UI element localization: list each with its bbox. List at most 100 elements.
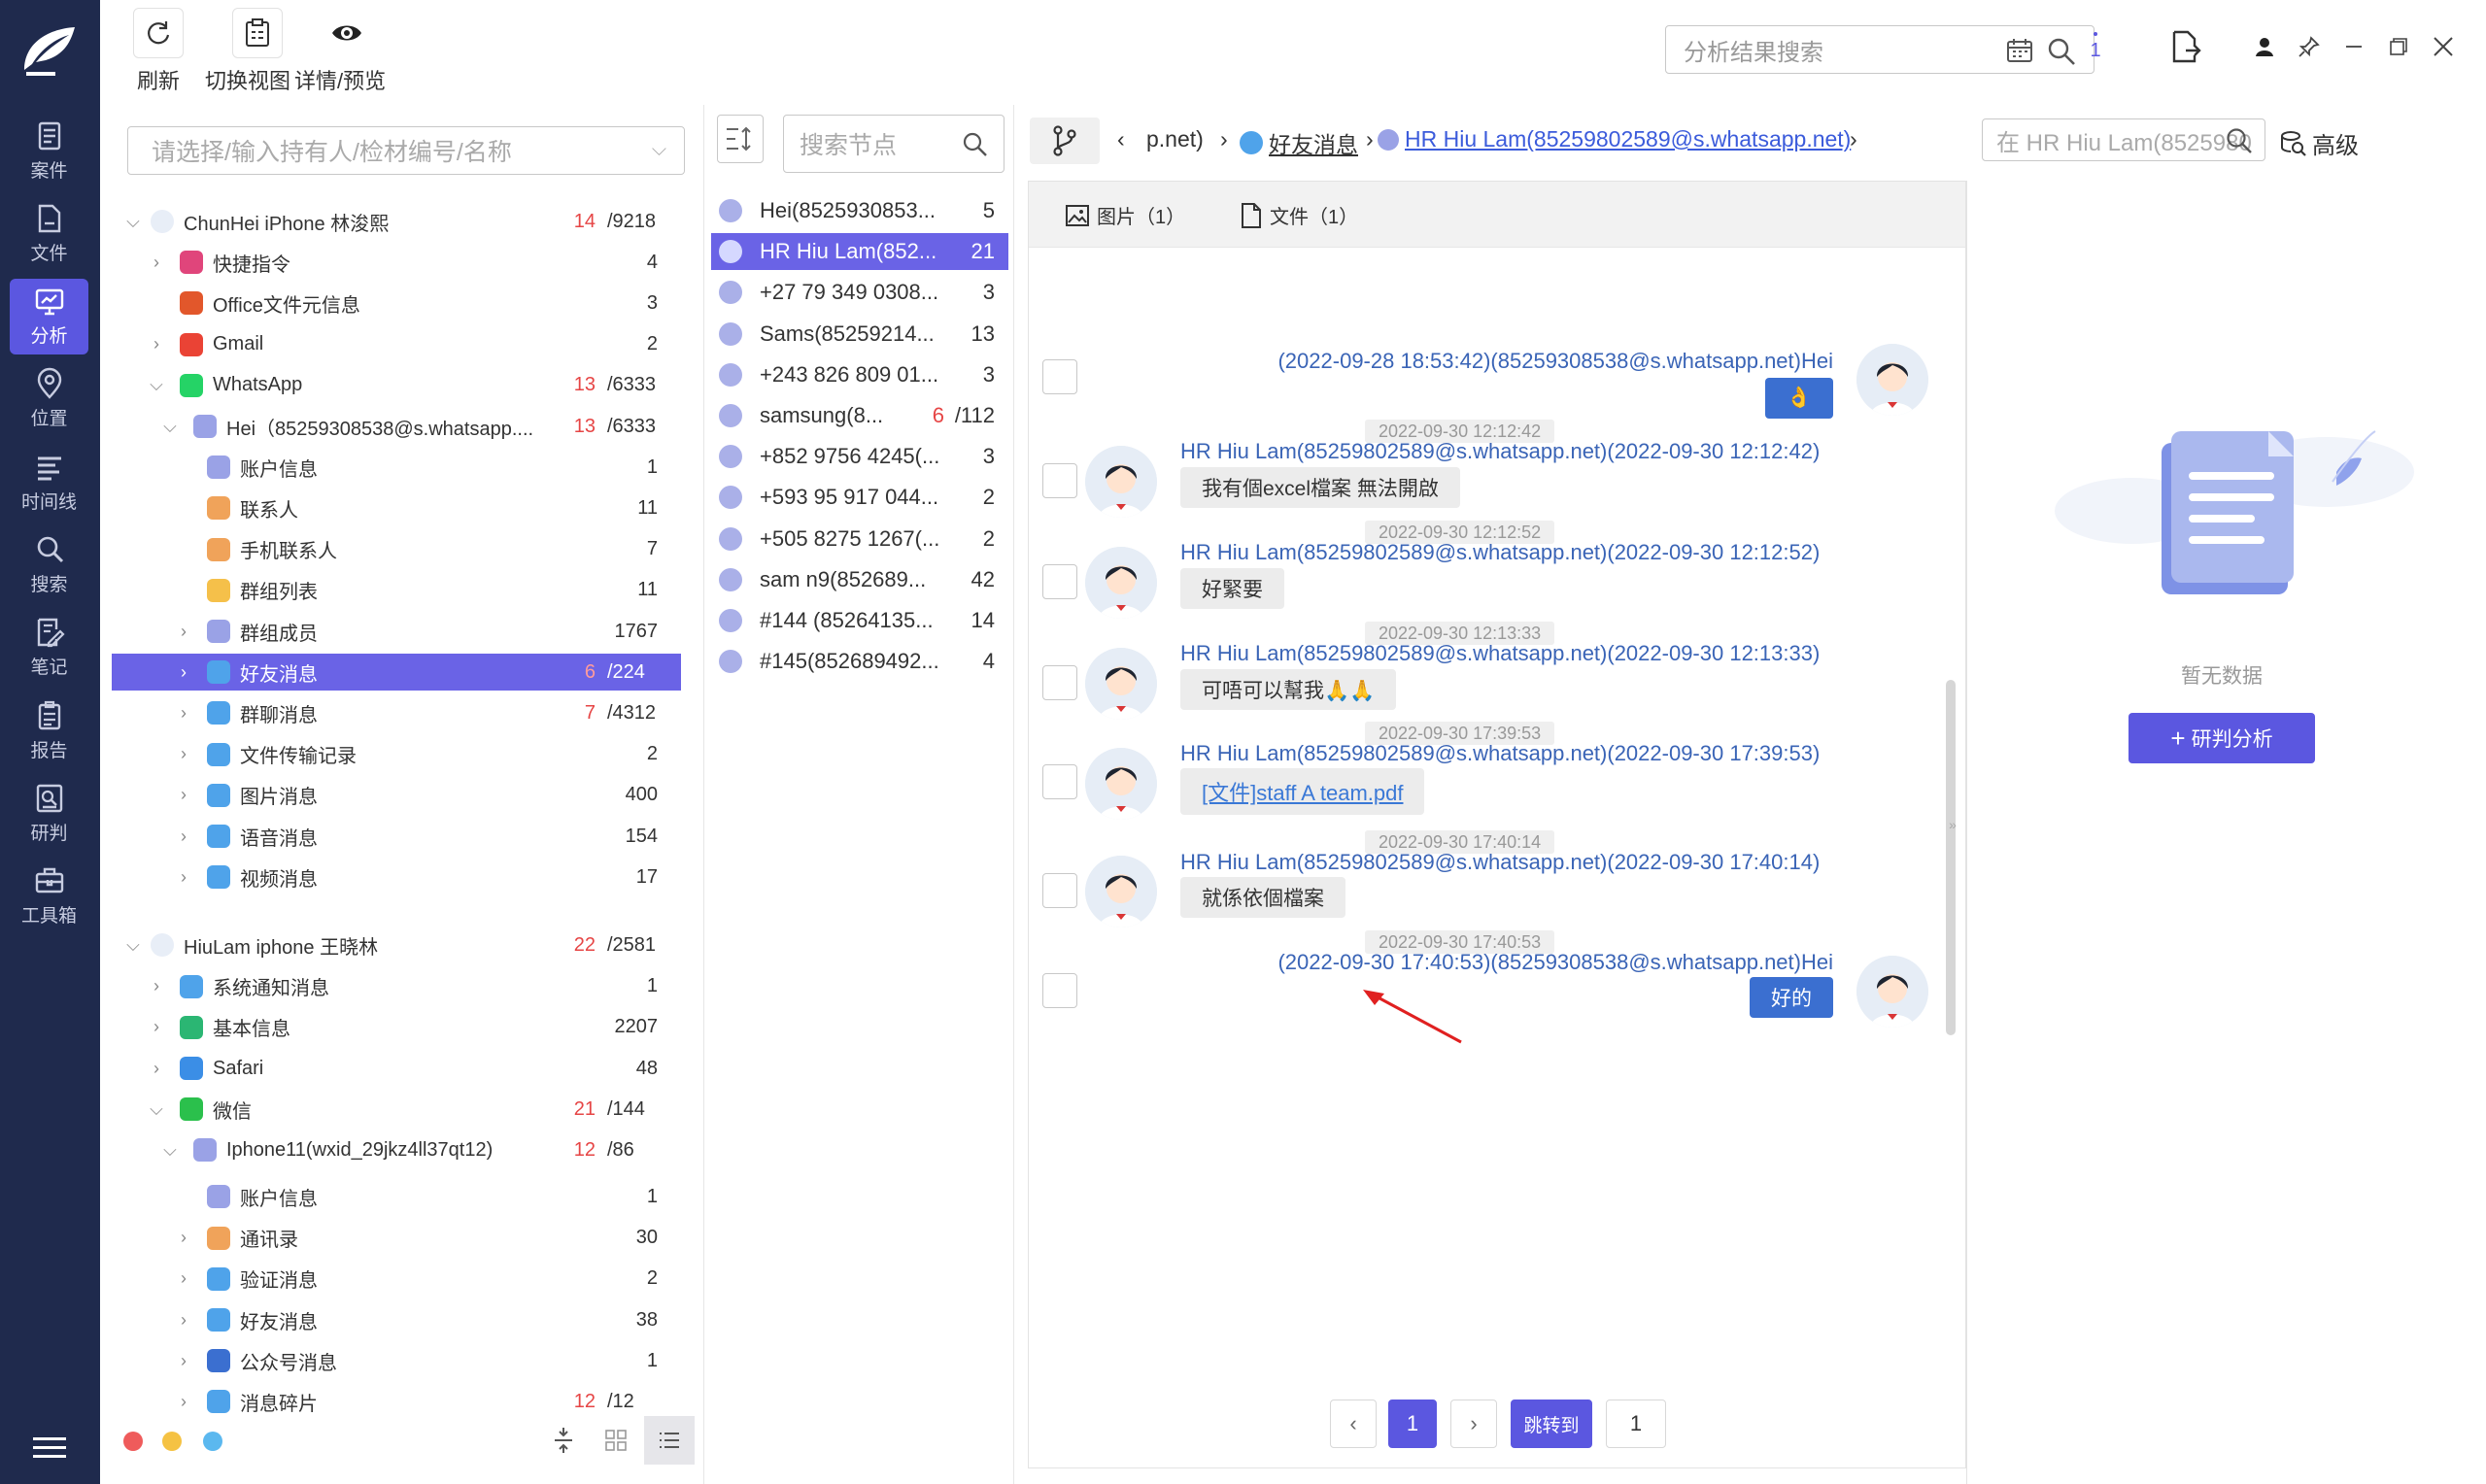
tree-search-select[interactable]: 请选择/输入持有人/检材编号/名称 ⌵ [127, 126, 685, 175]
node-row[interactable]: +593 95 917 044... 2 [711, 479, 1008, 516]
minimize-icon[interactable] [2336, 29, 2371, 64]
message-checkbox[interactable] [1042, 359, 1077, 394]
node-row[interactable]: Hei(8525930853... 5 [711, 192, 1008, 229]
close-icon[interactable] [2426, 29, 2461, 64]
tree-row[interactable]: › 系统通知消息 1 [112, 968, 681, 1005]
tree-row[interactable]: › 验证消息 2 [112, 1261, 681, 1298]
breadcrumb-back-icon[interactable]: ‹ [1117, 126, 1125, 152]
node-row[interactable]: #144 (85264135... 14 [711, 602, 1008, 639]
tree-row[interactable]: › 消息碎片 12/12 [112, 1383, 681, 1420]
node-row[interactable]: sam n9(852689... 42 [711, 561, 1008, 598]
message-checkbox[interactable] [1042, 564, 1077, 599]
chevron-down-icon[interactable]: ⌵ [160, 1140, 180, 1161]
node-row[interactable]: +243 826 809 01... 3 [711, 356, 1008, 393]
tree-row[interactable]: ⌵ WhatsApp 13/6333 [112, 367, 681, 404]
chevron-right-icon[interactable]: › [174, 1351, 193, 1371]
breadcrumb-item-1[interactable]: p.net) [1146, 126, 1204, 152]
nav-item-case[interactable]: 案件 [10, 113, 88, 188]
nav-item-file[interactable]: 文件 [10, 195, 88, 271]
node-search-input[interactable]: 搜索节点 [783, 115, 1005, 173]
tree-row[interactable]: ⌵ 微信 21/144 [112, 1091, 681, 1128]
tree-row[interactable]: 群组列表 11 [112, 572, 681, 609]
tree-row[interactable]: › Gmail 2 [112, 326, 681, 363]
nav-item-timeline[interactable]: 时间线 [10, 444, 88, 520]
message-bubble[interactable]: 我有個excel檔案 無法開啟 [1180, 467, 1460, 508]
notification-indicator[interactable]: 1 [2078, 29, 2113, 64]
tree-row[interactable]: › 通讯录 30 [112, 1220, 681, 1257]
tree-row[interactable]: › 好友消息 38 [112, 1301, 681, 1338]
chevron-right-icon[interactable]: › [174, 1228, 193, 1248]
message-bubble[interactable]: 好的 [1750, 977, 1833, 1018]
attachment-images[interactable]: 图片（1） [1066, 201, 1185, 229]
node-row[interactable]: Sams(85259214... 13 [711, 316, 1008, 353]
branch-button[interactable] [1030, 118, 1100, 164]
node-row[interactable]: #145(852689492... 4 [711, 643, 1008, 680]
chevron-right-icon[interactable]: › [147, 1059, 166, 1079]
node-row[interactable]: HR Hiu Lam(852... 21 [711, 233, 1008, 271]
analysis-search-input[interactable]: 分析结果搜索 [1665, 25, 2094, 74]
search-icon[interactable] [2047, 37, 2076, 66]
nav-item-judge[interactable]: 研判 [10, 775, 88, 851]
chevron-right-icon[interactable]: › [174, 662, 193, 683]
prev-page-button[interactable]: ‹ [1330, 1400, 1377, 1448]
tree-row[interactable]: ⌵ ChunHei iPhone 林浚熙 14/9218 [112, 203, 681, 240]
restore-icon[interactable] [2381, 29, 2416, 64]
blue-dot-icon[interactable] [203, 1432, 222, 1451]
chevron-right-icon[interactable]: › [174, 744, 193, 764]
chevron-right-icon[interactable]: › [147, 334, 166, 354]
nav-item-location[interactable]: 位置 [10, 361, 88, 437]
tree-row[interactable]: ⌵ Iphone11(wxid_29jkz4ll37qt12) 12/86 [112, 1131, 681, 1168]
tree-row[interactable]: 手机联系人 7 [112, 531, 681, 568]
message-checkbox[interactable] [1042, 873, 1077, 908]
yellow-dot-icon[interactable] [162, 1432, 182, 1451]
analyze-button[interactable]: + 研判分析 [2128, 713, 2315, 763]
tree-row[interactable]: Office文件元信息 3 [112, 285, 681, 321]
node-row[interactable]: +505 8275 1267(... 2 [711, 521, 1008, 557]
collapse-panel-handle[interactable]: » [1943, 761, 1962, 888]
chevron-right-icon[interactable]: › [174, 826, 193, 847]
chevron-down-icon[interactable]: ⌵ [147, 1099, 166, 1120]
tree-row[interactable]: ⌵ Hei（85259308538@s.whatsapp.... 13/6333 [112, 408, 681, 445]
switch-view-button[interactable]: 切换视图 [205, 8, 290, 95]
message-checkbox[interactable] [1042, 463, 1077, 498]
tree-row[interactable]: › 图片消息 400 [112, 777, 681, 814]
breadcrumb-item-3[interactable]: HR Hiu Lam(85259802589@s.whatsapp.net) [1378, 126, 1851, 152]
chevron-down-icon[interactable]: ⌵ [160, 417, 180, 437]
tree-row[interactable]: ⌵ HiuLam iphone 王晓林 22/2581 [112, 927, 681, 963]
message-checkbox[interactable] [1042, 665, 1077, 700]
nav-item-analysis[interactable]: 分析 [10, 278, 88, 354]
breadcrumb-next-icon[interactable]: › [1850, 126, 1857, 152]
user-icon[interactable] [2247, 29, 2282, 64]
jump-page-input[interactable]: 1 [1606, 1400, 1666, 1448]
message-bubble[interactable]: 好緊要 [1180, 568, 1284, 609]
current-page-button[interactable]: 1 [1388, 1400, 1437, 1448]
collapse-all-icon[interactable] [553, 1426, 574, 1455]
tree-row[interactable]: › 好友消息 6/224 [112, 654, 681, 691]
breadcrumb-item-2[interactable]: 好友消息 [1240, 126, 1358, 159]
nav-item-search[interactable]: 搜索 [10, 527, 88, 603]
nav-item-report[interactable]: 报告 [10, 692, 88, 768]
tree-row[interactable]: › 视频消息 17 [112, 859, 681, 895]
message-checkbox[interactable] [1042, 764, 1077, 799]
chevron-right-icon[interactable]: › [174, 785, 193, 805]
node-row[interactable]: +27 79 349 0308... 3 [711, 274, 1008, 311]
file-link[interactable]: [文件]staff A team.pdf [1180, 768, 1425, 815]
sort-button[interactable] [717, 115, 764, 163]
node-row[interactable]: samsung(8... 6/112 [711, 397, 1008, 434]
chevron-right-icon[interactable]: › [147, 1017, 166, 1037]
tree-row[interactable]: 账户信息 1 [112, 1178, 681, 1215]
advanced-search-button[interactable]: 高级 [2279, 126, 2359, 160]
chevron-right-icon[interactable]: › [147, 253, 166, 273]
next-page-button[interactable]: › [1450, 1400, 1497, 1448]
message-checkbox[interactable] [1042, 973, 1077, 1008]
chevron-down-icon[interactable]: ⌵ [123, 212, 143, 232]
export-icon[interactable] [2168, 29, 2203, 64]
tree-row[interactable]: › 基本信息 2207 [112, 1009, 681, 1046]
chevron-right-icon[interactable]: › [174, 1310, 193, 1331]
chevron-right-icon[interactable]: › [174, 867, 193, 888]
menu-icon[interactable] [33, 1435, 66, 1461]
chevron-right-icon[interactable]: › [147, 976, 166, 996]
tree-row[interactable]: › Safari 48 [112, 1050, 681, 1087]
chevron-down-icon[interactable]: ⌵ [123, 935, 143, 956]
chevron-right-icon[interactable]: › [174, 703, 193, 724]
